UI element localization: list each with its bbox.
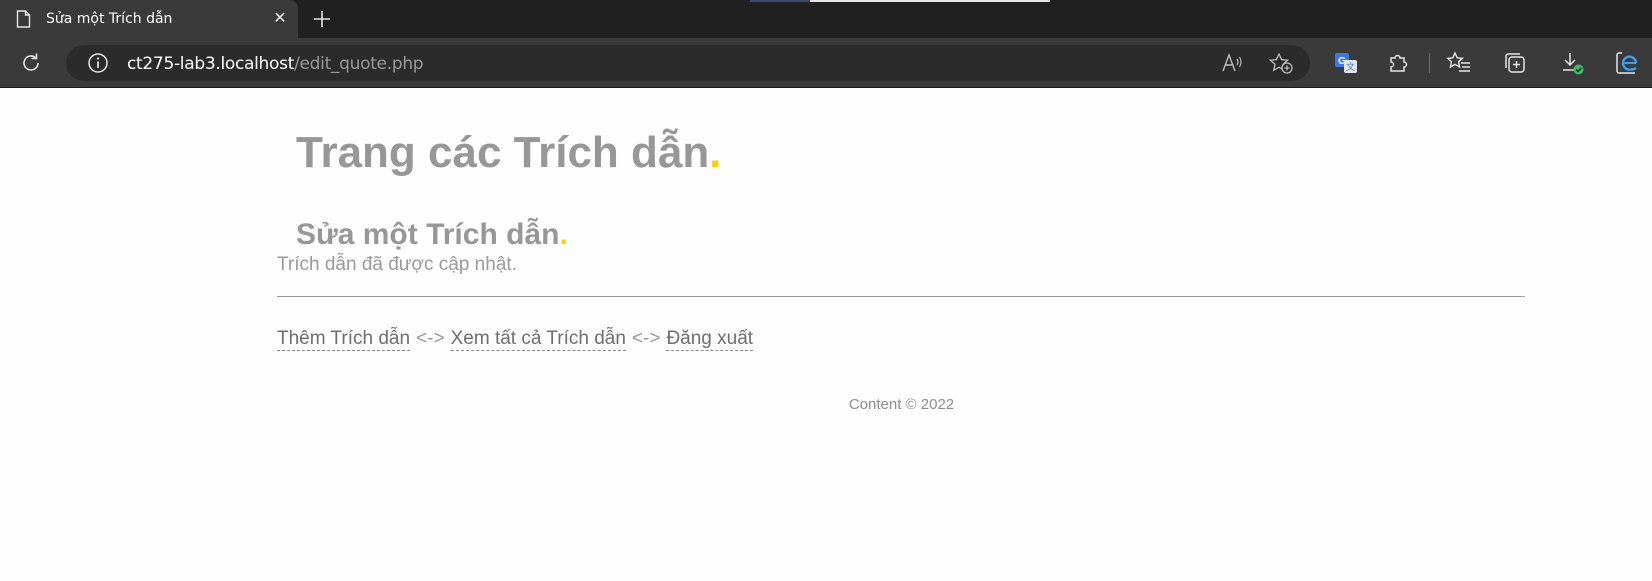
tab-strip: Sửa một Trích dẫn ✕ <box>0 0 1652 38</box>
nav-links: Thêm Trích dẫn <-> Xem tất cả Trích dẫn <->… <box>277 328 754 351</box>
url-host: ct275-lab3.localhost <box>127 54 295 74</box>
url-text[interactable]: ct275-lab3.localhost/edit_quote.php <box>127 54 424 74</box>
favorites-list-icon[interactable] <box>1446 50 1472 76</box>
nav-separator: <-> <box>631 328 661 349</box>
page-heading-text: Sửa một Trích dẫn <box>296 218 560 251</box>
view-all-quotes-link[interactable]: Xem tất cả Trích dẫn <box>450 328 626 351</box>
tab-title: Sửa một Trích dẫn <box>46 11 173 27</box>
browser-toolbar: ct275-lab3.localhost/edit_quote.php G 文 <box>0 38 1652 88</box>
active-tab[interactable]: Sửa một Trích dẫn ✕ <box>0 0 298 38</box>
translate-icon[interactable]: G 文 <box>1333 50 1359 76</box>
star-add-icon[interactable] <box>1269 52 1293 74</box>
tab-strip-highlight-dark <box>750 0 810 2</box>
download-icon[interactable] <box>1559 50 1585 76</box>
site-title-dot: . <box>709 128 722 177</box>
collections-icon[interactable] <box>1502 50 1528 76</box>
page-content: Trang các Trích dẫn. Sửa một Trích dẫn. … <box>0 88 1652 581</box>
read-aloud-icon[interactable] <box>1221 53 1243 73</box>
page-heading: Sửa một Trích dẫn. <box>296 218 568 252</box>
refresh-icon[interactable] <box>19 51 43 75</box>
address-bar[interactable]: ct275-lab3.localhost/edit_quote.php <box>66 45 1310 81</box>
status-message: Trích dẫn đã được cập nhật. <box>277 254 517 275</box>
edge-icon[interactable] <box>1614 50 1640 76</box>
add-quote-link[interactable]: Thêm Trích dẫn <box>277 328 411 351</box>
nav-separator: <-> <box>416 328 445 349</box>
page-heading-dot: . <box>559 218 568 251</box>
close-icon[interactable]: ✕ <box>270 9 290 29</box>
site-title-text: Trang các Trích dẫn <box>296 128 710 177</box>
logout-link[interactable]: Đăng xuất <box>666 328 754 351</box>
plus-icon[interactable] <box>310 7 334 31</box>
puzzle-icon[interactable] <box>1386 50 1412 76</box>
toolbar-separator <box>1429 53 1430 73</box>
footer-text: Content © 2022 <box>848 396 955 413</box>
info-icon[interactable] <box>87 52 109 74</box>
url-path: /edit_quote.php <box>294 54 424 74</box>
page-icon <box>16 10 31 28</box>
divider <box>277 296 1525 297</box>
svg-text:文: 文 <box>1346 61 1355 73</box>
site-title: Trang các Trích dẫn. <box>296 128 722 178</box>
